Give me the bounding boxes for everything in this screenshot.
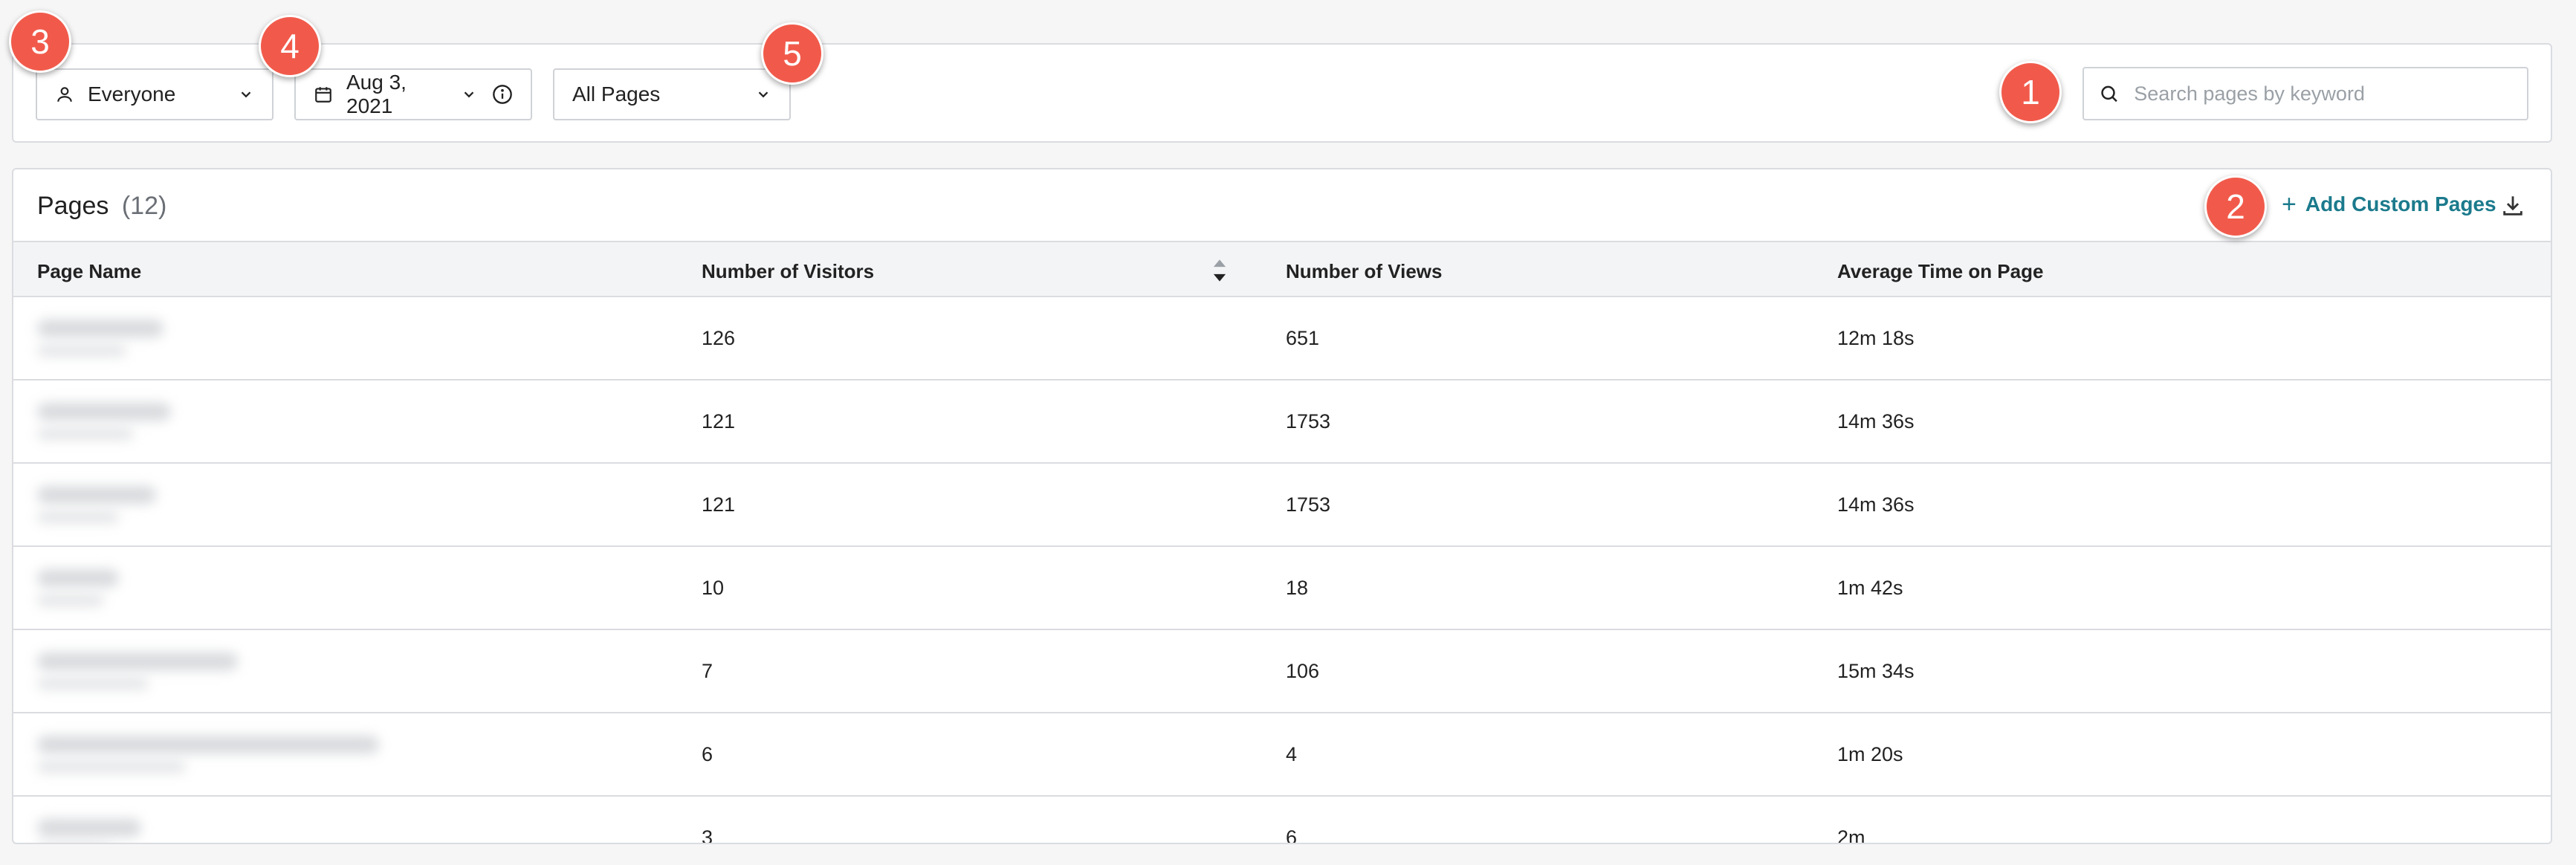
date-dropdown-label: Aug 3, 2021 — [346, 71, 407, 117]
callout-1: 1 — [1999, 61, 2062, 123]
avg-time-cell: 1m 42s — [1837, 577, 1903, 599]
table-header: Page Name Number of Visitors Number of V… — [13, 242, 2551, 297]
page-name-redacted — [37, 652, 238, 690]
pages-dropdown[interactable]: All Pages — [553, 68, 791, 120]
search-input[interactable] — [2132, 81, 2512, 106]
pages-card: Pages (12) + Add Custom Pages Page Name … — [12, 168, 2552, 844]
callout-5: 5 — [761, 22, 823, 85]
page-name-redacted — [37, 819, 141, 843]
add-custom-pages-label: Add Custom Pages — [2305, 192, 2496, 216]
chevron-down-icon — [241, 91, 251, 98]
avg-time-cell: 12m 18s — [1837, 327, 1915, 349]
date-dropdown[interactable]: Aug 3, 2021 — [294, 68, 532, 120]
pages-dropdown-label: All Pages — [572, 82, 661, 106]
page-name-redacted — [37, 569, 119, 606]
table-row[interactable]: 126 651 12m 18s — [13, 297, 2551, 380]
table-row[interactable]: 121 1753 14m 36s — [13, 464, 2551, 547]
views-cell: 6 — [1286, 826, 1298, 844]
views-cell: 1753 — [1286, 410, 1331, 432]
table-body: 126 651 12m 18s 121 1753 14m 36s 121 175… — [13, 297, 2551, 844]
column-header-avg-time[interactable]: Average Time on Page — [1837, 260, 2043, 283]
avg-time-cell: 1m 20s — [1837, 743, 1903, 765]
page-title: Pages (12) — [37, 192, 166, 221]
pages-card-header: Pages (12) + Add Custom Pages — [13, 169, 2551, 242]
visitors-cell: 3 — [702, 826, 713, 844]
info-icon[interactable] — [492, 84, 513, 105]
visitors-cell: 121 — [702, 493, 736, 516]
calendar-icon — [315, 87, 331, 103]
page-name-redacted — [37, 320, 164, 357]
callout-2: 2 — [2204, 175, 2267, 238]
column-header-visitors[interactable]: Number of Visitors — [702, 260, 874, 283]
table-row[interactable]: 3 6 2m — [13, 797, 2551, 844]
table-row[interactable]: 10 18 1m 42s — [13, 547, 2551, 630]
column-header-views[interactable]: Number of Views — [1286, 260, 1442, 283]
avg-time-cell: 14m 36s — [1837, 493, 1915, 516]
search-icon — [2101, 85, 2117, 103]
callout-3: 3 — [9, 10, 71, 73]
avg-time-cell: 2m — [1837, 826, 1865, 844]
table-row[interactable]: 7 106 15m 34s — [13, 630, 2551, 713]
person-icon — [57, 87, 72, 102]
avg-time-cell: 14m 36s — [1837, 410, 1915, 432]
column-header-page-name[interactable]: Page Name — [37, 260, 141, 283]
avg-time-cell: 15m 34s — [1837, 660, 1915, 682]
views-cell: 651 — [1286, 327, 1320, 349]
filter-toolbar: Everyone Aug 3, 2021 All Pages — [12, 43, 2552, 143]
visitors-cell: 126 — [702, 327, 736, 349]
search-box[interactable] — [2083, 67, 2528, 120]
chevron-down-icon — [464, 91, 474, 98]
views-cell: 106 — [1286, 660, 1320, 682]
table-row[interactable]: 6 4 1m 20s — [13, 713, 2551, 797]
views-cell: 4 — [1286, 743, 1298, 765]
views-cell: 1753 — [1286, 493, 1331, 516]
pages-title: Pages — [37, 192, 109, 220]
add-custom-pages-button[interactable]: + Add Custom Pages — [2282, 192, 2496, 217]
visitors-cell: 7 — [702, 660, 713, 682]
visitors-cell: 10 — [702, 577, 725, 599]
download-icon[interactable] — [2500, 193, 2525, 218]
views-cell: 18 — [1286, 577, 1309, 599]
table-row[interactable]: 121 1753 14m 36s — [13, 380, 2551, 464]
callout-4: 4 — [259, 15, 321, 77]
chevron-down-icon — [758, 91, 768, 98]
visitors-cell: 121 — [702, 410, 736, 432]
audience-dropdown[interactable]: Everyone — [36, 68, 274, 120]
pages-count: (12) — [121, 192, 167, 220]
page-name-redacted — [37, 486, 156, 523]
page-name-redacted — [37, 403, 171, 440]
visitors-cell: 6 — [702, 743, 713, 765]
audience-dropdown-label: Everyone — [88, 82, 176, 106]
plus-icon: + — [2282, 190, 2297, 218]
sort-icon[interactable] — [1210, 257, 1229, 284]
page-name-redacted — [37, 736, 379, 773]
